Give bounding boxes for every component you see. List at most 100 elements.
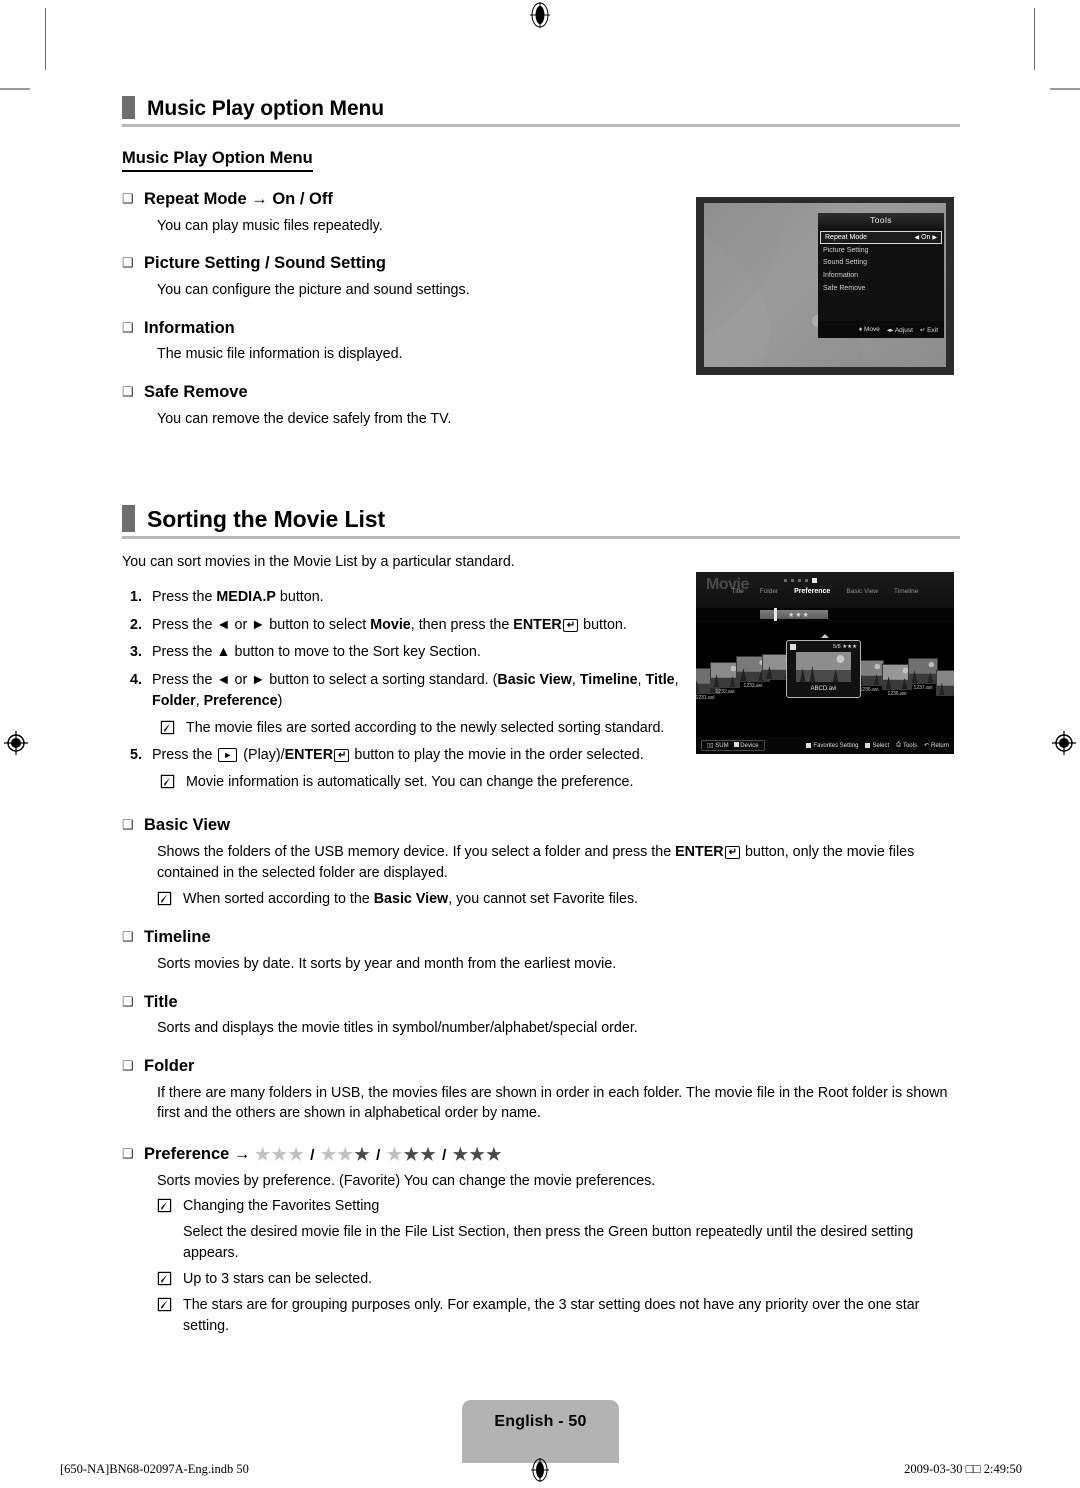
section1-sub-heading: Music Play Option Menu [122, 149, 313, 172]
star-filled: ★ [354, 1144, 372, 1164]
tools-footer-action-1[interactable]: ◂▸ Adjust [887, 326, 913, 334]
step-4-note: The movie files are sorted according to … [160, 718, 682, 740]
tools-menu-item-4[interactable]: Safe Remove [818, 283, 944, 296]
sorting-item-body: If there are many folders in USB, the mo… [157, 1084, 948, 1122]
crop-tick-left [0, 88, 30, 90]
movie-thumbnail-label: 1237.avi [913, 685, 933, 691]
movie-footer-left: ▯▯ SUM Device [701, 740, 765, 751]
selected-thumbnail [796, 652, 851, 682]
preference-note-2: Up to 3 stars can be selected. [157, 1269, 960, 1291]
step-text: Press the ◄ or ► button to select Movie,… [152, 616, 627, 633]
star-filled: ★ [403, 1144, 421, 1164]
tools-item-label: Picture Setting [823, 246, 869, 254]
color-key-icon [733, 742, 739, 747]
footer-timestamp: 2009-03-30 □□ 2:49:50 [904, 1462, 1022, 1476]
star-empty: ★ [254, 1144, 272, 1164]
heading-bar-icon [122, 96, 135, 119]
sorting-item-0: ❑ Basic View [122, 815, 960, 836]
star-group-separator: / [442, 1146, 448, 1164]
tools-item-label: Repeat Mode [825, 233, 868, 241]
section1-rule [122, 124, 960, 127]
checkbox-bullet-icon: ❑ [122, 817, 134, 833]
movie-sort-nav: Title Folder Preference Basic View Timeline [696, 588, 954, 595]
preference-note-1: Changing the Favorites Setting [157, 1196, 960, 1218]
device-button[interactable]: Device [733, 742, 759, 749]
left-arrow-icon[interactable]: ◀ [915, 235, 920, 241]
tools-footer-action-0[interactable]: ♦ Move [859, 326, 880, 333]
tools-menu-item-0[interactable]: Repeat Mode ◀ On ▶ [820, 231, 942, 245]
step-note-text: The movie files are sorted according to … [186, 719, 665, 736]
sorting-step-5: 5. Press the ► (Play)/ENTER ↵ button to p… [122, 745, 682, 766]
movie-footer-action-3[interactable]: ↶ Return [924, 742, 949, 750]
sorting-step-2: 2. Press the ◄ or ► button to select Mov… [122, 615, 682, 636]
movie-thumbnail-label: 1232.avi [715, 689, 735, 695]
movie-list-screenshot: Movie Title Folder Preference Basic View Tim… [696, 572, 954, 754]
movie-thumbnail-7[interactable] [936, 670, 954, 696]
movie-footer-action-0[interactable]: Favorites Setting [806, 743, 858, 749]
star-group-separator: / [376, 1146, 382, 1164]
tools-menu-items: Repeat Mode ◀ On ▶ Picture Setting Sound… [818, 228, 944, 295]
star-filled: ★ [486, 1144, 503, 1164]
selection-caret-icon [821, 634, 829, 638]
movie-nav-basic-view[interactable]: Basic View [846, 588, 878, 595]
tools-icon: ⎙ [896, 742, 901, 748]
tools-panel-footer: ♦ Move ◂▸ Adjust ↵ Exit [818, 321, 944, 338]
step-number: 5. [130, 747, 142, 764]
preference-note-3: The stars are for grouping purposes only… [157, 1295, 960, 1336]
dot [784, 579, 787, 582]
tools-panel: Tools Repeat Mode ◀ On ▶ Picture Setting… [818, 213, 944, 338]
movie-page-dots [784, 578, 817, 583]
tools-menu-item-1[interactable]: Picture Setting [818, 244, 944, 257]
tools-menu-item-2[interactable]: Sound Setting [818, 257, 944, 270]
movie-footer-action-1[interactable]: Select [865, 743, 889, 749]
sorting-item-body: Shows the folders of the USB memory devi… [157, 844, 915, 881]
step-number: 1. [130, 589, 142, 606]
step-number: 3. [130, 644, 142, 661]
selected-index-label: 5/8 [833, 643, 841, 650]
option-item-3: ❑ Safe Remove [122, 382, 960, 403]
movie-footer-action-2[interactable]: ⎙ Tools [896, 742, 917, 749]
step-text: Press the MEDIA.P button. [152, 589, 324, 606]
checkbox-bullet-icon: ❑ [122, 1057, 134, 1073]
checkbox-bullet-icon: ❑ [122, 319, 134, 335]
right-arrow-icon[interactable]: ▶ [932, 235, 937, 241]
section2-title: Sorting the Movie List [147, 506, 386, 533]
star-filled: ★ [420, 1144, 438, 1164]
crop-line-right [1034, 8, 1035, 70]
step-number: 4. [130, 671, 142, 688]
movie-nav-preference[interactable]: Preference [794, 588, 830, 595]
movie-thumbnail-6[interactable]: 1237.avi [908, 658, 938, 691]
step-text: Press the ◄ or ► button to select a sort… [152, 671, 679, 710]
option-item-title: Repeat Mode → On / Off [144, 190, 333, 208]
star-empty: ★ [320, 1144, 338, 1164]
preference-note-1-text: Changing the Favorites Setting [183, 1198, 380, 1215]
preference-title: Preference → ★★★ / ★★★ / ★★★ / ★★★ [144, 1144, 503, 1166]
step-text: Press the ► (Play)/ENTER ↵ button to play… [152, 747, 644, 764]
tools-menu-item-3[interactable]: Information [818, 270, 944, 283]
preference-star-scale: ★★★ / ★★★ / ★★★ / ★★★ [255, 1144, 503, 1166]
sorting-step-1: 1. Press the MEDIA.P button. [122, 587, 682, 608]
movie-nav-folder[interactable]: Folder [760, 588, 778, 595]
tools-footer-action-2[interactable]: ↵ Exit [920, 326, 938, 334]
option-item-body: You can remove the device safely from th… [157, 410, 452, 427]
movie-nav-title[interactable]: Title [732, 588, 744, 595]
checkbox-bullet-icon: ❑ [122, 191, 134, 206]
slider-knob [774, 608, 777, 621]
movie-thumbnail-label: 1233.avi [743, 683, 763, 689]
heading-bar-icon [122, 505, 135, 533]
selected-file-name: ABCD.avi [810, 686, 837, 692]
tools-item-label: Safe Remove [823, 284, 866, 292]
preference-body: Sorts movies by preference. (Favorite) Y… [157, 1172, 656, 1189]
sorting-item-title: Folder [144, 1056, 195, 1075]
step-text: Press the ▲ button to move to the Sort k… [152, 644, 481, 661]
star-empty: ★ [337, 1144, 355, 1164]
sorting-item-note-text: When sorted according to the Basic View,… [183, 890, 639, 907]
movie-preference-slider: ★★★ [760, 608, 828, 621]
sorting-step-3: 3. Press the ▲ button to move to the Sor… [122, 642, 682, 663]
star-empty: ★ [386, 1144, 404, 1164]
step-note-text: Movie information is automatically set. … [186, 773, 634, 790]
tools-item-label: Information [823, 272, 859, 280]
preference-note-2-text: Up to 3 stars can be selected. [183, 1270, 373, 1287]
movie-nav-timeline[interactable]: Timeline [894, 588, 918, 595]
pencil-note-icon [157, 889, 183, 911]
